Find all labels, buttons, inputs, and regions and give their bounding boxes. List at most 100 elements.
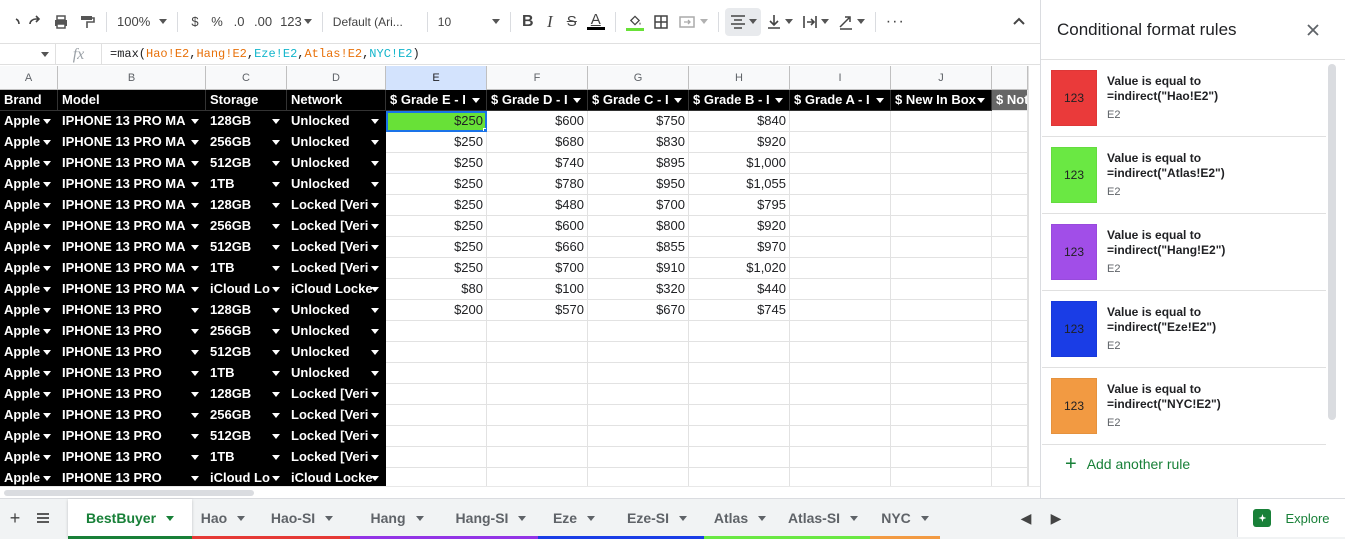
dropdown-chip-icon[interactable] (43, 287, 51, 292)
decrease-decimal-button[interactable]: .0 (228, 8, 250, 36)
sheet-tab-eze[interactable]: Eze (538, 499, 610, 539)
dropdown-chip-icon[interactable] (43, 182, 51, 187)
table-cell[interactable]: $670 (588, 300, 689, 321)
table-cell[interactable] (487, 363, 588, 384)
table-cell[interactable] (487, 384, 588, 405)
filter-dropdown-icon[interactable] (977, 98, 985, 103)
table-cell[interactable]: IPHONE 13 PRO (58, 363, 206, 384)
dropdown-chip-icon[interactable] (371, 119, 379, 124)
table-cell[interactable]: IPHONE 13 PRO MA (58, 216, 206, 237)
dropdown-chip-icon[interactable] (371, 224, 379, 229)
table-cell[interactable] (790, 447, 891, 468)
table-cell[interactable] (386, 426, 487, 447)
table-cell[interactable]: $920 (689, 132, 790, 153)
dropdown-chip-icon[interactable] (371, 371, 379, 376)
table-cell[interactable]: 128GB (206, 195, 287, 216)
table-cell[interactable]: Apple (0, 132, 58, 153)
table-cell[interactable]: IPHONE 13 PRO (58, 468, 206, 486)
table-cell[interactable] (992, 216, 1028, 237)
dropdown-chip-icon[interactable] (191, 413, 199, 418)
table-cell[interactable]: 1TB (206, 363, 287, 384)
dropdown-chip-icon[interactable] (371, 392, 379, 397)
table-cell[interactable]: IPHONE 13 PRO MA (58, 111, 206, 132)
dropdown-chip-icon[interactable] (272, 203, 280, 208)
table-cell[interactable] (487, 426, 588, 447)
bold-button[interactable]: B (517, 8, 539, 36)
table-cell[interactable] (992, 426, 1028, 447)
dropdown-chip-icon[interactable] (43, 413, 51, 418)
table-cell[interactable]: $920 (689, 216, 790, 237)
table-cell[interactable]: $680 (487, 132, 588, 153)
panel-scrollbar[interactable] (1328, 64, 1336, 420)
table-cell[interactable]: Apple (0, 258, 58, 279)
header-cell[interactable]: Storage (206, 90, 287, 111)
filter-dropdown-icon[interactable] (876, 98, 884, 103)
dropdown-chip-icon[interactable] (272, 455, 280, 460)
column-header-a[interactable]: A (0, 66, 58, 90)
table-cell[interactable]: $795 (689, 195, 790, 216)
table-cell[interactable]: 128GB (206, 384, 287, 405)
table-cell[interactable]: $950 (588, 174, 689, 195)
table-cell[interactable]: IPHONE 13 PRO MA (58, 279, 206, 300)
vertical-align-button[interactable] (761, 8, 797, 36)
table-cell[interactable]: 256GB (206, 405, 287, 426)
table-cell[interactable] (891, 174, 992, 195)
table-cell[interactable]: Apple (0, 321, 58, 342)
table-cell[interactable]: 512GB (206, 153, 287, 174)
table-cell[interactable]: $700 (487, 258, 588, 279)
dropdown-chip-icon[interactable] (191, 161, 199, 166)
table-cell[interactable] (790, 363, 891, 384)
table-cell[interactable] (588, 426, 689, 447)
chevron-down-icon[interactable] (587, 515, 596, 521)
dropdown-chip-icon[interactable] (371, 287, 379, 292)
scrollbar-thumb[interactable] (4, 490, 254, 496)
table-cell[interactable]: iCloud Lo (206, 279, 287, 300)
sheet-tab-atlas[interactable]: Atlas (704, 499, 776, 539)
table-cell[interactable] (992, 132, 1028, 153)
horizontal-align-button[interactable] (724, 7, 761, 36)
fill-color-button[interactable] (622, 8, 648, 36)
table-cell[interactable] (891, 153, 992, 174)
table-cell[interactable] (487, 447, 588, 468)
dropdown-chip-icon[interactable] (191, 329, 199, 334)
table-cell[interactable]: Unlocked (287, 174, 386, 195)
table-cell[interactable]: $970 (689, 237, 790, 258)
table-cell[interactable]: $250 (386, 153, 487, 174)
dropdown-chip-icon[interactable] (43, 455, 51, 460)
table-cell[interactable]: $250 (386, 216, 487, 237)
table-cell[interactable] (891, 132, 992, 153)
column-header-i[interactable]: I (790, 66, 891, 90)
column-header-d[interactable]: D (287, 66, 386, 90)
dropdown-chip-icon[interactable] (191, 434, 199, 439)
table-cell[interactable]: $600 (487, 216, 588, 237)
table-cell[interactable]: $660 (487, 237, 588, 258)
table-cell[interactable]: $320 (588, 279, 689, 300)
format-rule[interactable]: 123 Value is equal to =indirect("Eze!E2") E… (1042, 291, 1326, 368)
table-cell[interactable]: IPHONE 13 PRO (58, 447, 206, 468)
table-cell[interactable] (689, 426, 790, 447)
table-cell[interactable]: Apple (0, 195, 58, 216)
table-cell[interactable] (992, 195, 1028, 216)
font-select[interactable]: Default (Ari... (329, 8, 421, 36)
table-cell[interactable] (790, 300, 891, 321)
table-cell[interactable]: IPHONE 13 PRO MA (58, 237, 206, 258)
strikethrough-button[interactable]: S (561, 8, 583, 36)
table-cell[interactable] (992, 405, 1028, 426)
percent-format-button[interactable]: % (206, 8, 228, 36)
table-cell[interactable] (992, 447, 1028, 468)
table-cell[interactable]: $600 (487, 111, 588, 132)
borders-icon[interactable] (648, 8, 674, 36)
dropdown-chip-icon[interactable] (272, 119, 280, 124)
table-cell[interactable] (386, 384, 487, 405)
dropdown-chip-icon[interactable] (272, 266, 280, 271)
paint-format-icon[interactable] (74, 8, 100, 36)
table-cell[interactable]: Unlocked (287, 342, 386, 363)
dropdown-chip-icon[interactable] (371, 329, 379, 334)
table-cell[interactable] (689, 384, 790, 405)
dropdown-chip-icon[interactable] (272, 371, 280, 376)
dropdown-chip-icon[interactable] (43, 392, 51, 397)
chevron-down-icon[interactable] (325, 515, 334, 521)
dropdown-chip-icon[interactable] (371, 182, 379, 187)
font-size-select[interactable]: 10 (434, 8, 504, 36)
table-cell[interactable]: IPHONE 13 PRO (58, 426, 206, 447)
